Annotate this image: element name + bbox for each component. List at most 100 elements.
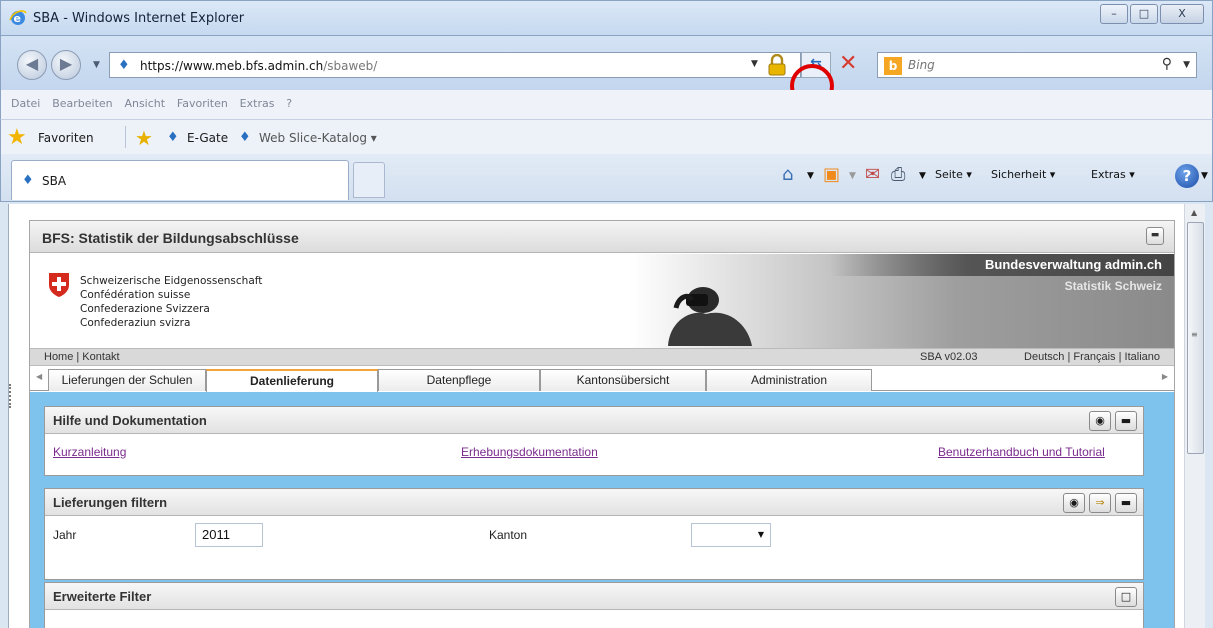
- resize-handle[interactable]: [9, 384, 12, 408]
- favorites-button[interactable]: Favoriten: [38, 131, 94, 145]
- link-erhebungsdokumentation[interactable]: Erhebungsdokumentation: [461, 445, 598, 459]
- camera-icon[interactable]: ◉: [1063, 493, 1085, 513]
- mail-icon[interactable]: ✉: [865, 164, 880, 185]
- url-path: /sbaweb/: [323, 59, 378, 73]
- search-icon[interactable]: ⚲: [1162, 56, 1172, 72]
- home-icon[interactable]: ⌂: [782, 164, 793, 185]
- window-controls: – □ X: [1100, 4, 1204, 24]
- print-icon[interactable]: ⎙: [891, 164, 905, 185]
- search-options-dropdown[interactable]: ▼: [1183, 60, 1190, 70]
- help-icon[interactable]: ?: [1175, 164, 1199, 188]
- statistik-schweiz-label[interactable]: Statistik Schweiz: [1065, 279, 1162, 293]
- home-kontakt-links[interactable]: Home | Kontakt: [44, 351, 120, 363]
- filter-panel-title: Lieferungen filtern: [53, 495, 168, 510]
- expand-advanced-button[interactable]: □: [1115, 587, 1137, 607]
- tab-administration[interactable]: Administration: [706, 369, 872, 391]
- app-header: BFS: Statistik der Bildungsabschlüsse ▬: [30, 221, 1174, 253]
- scroll-up-icon[interactable]: ▲: [1191, 208, 1197, 217]
- advanced-filter-title: Erweiterte Filter: [53, 589, 152, 604]
- search-input[interactable]: [908, 56, 1148, 74]
- lock-icon[interactable]: [767, 54, 787, 76]
- url-text[interactable]: https://www.meb.bfs.admin.ch/sbaweb/: [140, 59, 377, 73]
- link-benutzerhandbuch[interactable]: Benutzerhandbuch und Tutorial: [938, 445, 1105, 459]
- confederation-names: Schweizerische Eidgenossenschaft Confédé…: [80, 274, 262, 330]
- tab-datenpflege[interactable]: Datenpflege: [378, 369, 540, 391]
- divider: [125, 126, 126, 148]
- collapse-filter-button[interactable]: ▬: [1115, 493, 1137, 513]
- help-dropdown[interactable]: ▼: [1201, 171, 1208, 181]
- bundesverwaltung-label[interactable]: Bundesverwaltung admin.ch: [985, 257, 1162, 272]
- content-area: Hilfe und Dokumentation ◉ ▬ Kurzanleitun…: [30, 392, 1174, 628]
- stop-icon[interactable]: ✕: [839, 51, 857, 76]
- tabs-scroll-left-icon[interactable]: ◀: [36, 372, 42, 381]
- collapse-help-button[interactable]: ▬: [1115, 411, 1137, 431]
- print-dropdown[interactable]: ▼: [919, 171, 926, 181]
- menu-bearbeiten[interactable]: Bearbeiten: [52, 97, 112, 110]
- address-dropdown[interactable]: ▼: [751, 59, 758, 69]
- year-field[interactable]: 2011: [195, 523, 263, 547]
- menu-bar: Datei Bearbeiten Ansicht Favoriten Extra…: [0, 90, 1213, 120]
- help-panel-header: Hilfe und Dokumentation ◉ ▬: [45, 407, 1143, 434]
- scrollbar-grip-icon: ≡: [1191, 330, 1198, 339]
- maximize-button[interactable]: □: [1130, 4, 1158, 24]
- tab-datenlieferung[interactable]: Datenlieferung: [206, 369, 378, 392]
- chevron-down-icon: ▼: [757, 530, 764, 539]
- tab-kantonsuebersicht[interactable]: Kantonsübersicht: [540, 369, 706, 391]
- vertical-scrollbar[interactable]: ▲ ≡: [1184, 204, 1205, 628]
- collapse-app-button[interactable]: ▬: [1146, 227, 1164, 245]
- tab-bar: ♦ SBA ⌂ ▼ ▣ ▼ ✉ ⎙ ▼ Seite ▾ Sicherheit ▾…: [0, 154, 1213, 202]
- tab-lieferungen-der-schulen[interactable]: Lieferungen der Schulen: [48, 369, 206, 391]
- menu-favoriten[interactable]: Favoriten: [177, 97, 228, 110]
- menu-help[interactable]: ?: [286, 97, 292, 110]
- close-button[interactable]: X: [1160, 4, 1204, 24]
- menu-extras[interactable]: Extras: [240, 97, 275, 110]
- app-container: BFS: Statistik der Bildungsabschlüsse ▬ …: [29, 220, 1175, 628]
- favorites-star-icon[interactable]: ★: [7, 125, 27, 150]
- help-panel-title: Hilfe und Dokumentation: [53, 413, 207, 428]
- camera-icon[interactable]: ◉: [1089, 411, 1111, 431]
- tools-menu[interactable]: Extras ▾: [1091, 168, 1135, 181]
- home-dropdown[interactable]: ▼: [807, 171, 814, 181]
- canton-select[interactable]: ▼: [691, 523, 771, 547]
- export-arrow-icon[interactable]: ⇒: [1089, 493, 1111, 513]
- window-title: SBA - Windows Internet Explorer: [33, 11, 245, 26]
- add-favorite-icon[interactable]: ★: [135, 126, 153, 150]
- version-label: SBA v02.03: [920, 351, 978, 363]
- forward-button[interactable]: ▶: [51, 50, 81, 80]
- app-tab-strip: ◀ Lieferungen der Schulen Datenlieferung…: [30, 367, 1174, 392]
- browser-tab[interactable]: ♦ SBA: [11, 160, 349, 200]
- favorites-bar: ★ Favoriten ★ ♦ E-Gate ♦ Web Slice-Katal…: [0, 120, 1213, 154]
- swiss-coat-of-arms-icon: [49, 273, 69, 297]
- back-button[interactable]: ◀: [17, 50, 47, 80]
- minimize-button[interactable]: –: [1100, 4, 1128, 24]
- top-links-bar: Home | Kontakt SBA v02.03 Deutsch | Fran…: [30, 348, 1174, 366]
- title-bar: e SBA - Windows Internet Explorer – □ X: [0, 0, 1213, 36]
- address-bar[interactable]: ♦ https://www.meb.bfs.admin.ch/sbaweb/: [109, 52, 801, 78]
- help-panel: Hilfe und Dokumentation ◉ ▬ Kurzanleitun…: [44, 406, 1144, 476]
- confederation-de: Schweizerische Eidgenossenschaft: [80, 275, 263, 287]
- favorite-egate[interactable]: E-Gate: [187, 131, 228, 145]
- internet-explorer-icon: e: [9, 10, 27, 25]
- rss-feed-icon[interactable]: ▣: [823, 164, 840, 185]
- filter-panel: Lieferungen filtern ◉ ⇒ ▬ Jahr 2011 Kant…: [44, 488, 1144, 580]
- feed-dropdown[interactable]: ▼: [849, 171, 856, 181]
- link-kurzanleitung[interactable]: Kurzanleitung: [53, 445, 126, 459]
- advanced-filter-panel: Erweiterte Filter □: [44, 582, 1144, 628]
- language-links[interactable]: Deutsch | Français | Italiano: [1024, 351, 1160, 363]
- recent-pages-dropdown[interactable]: ▼: [93, 60, 100, 70]
- page-menu[interactable]: Seite ▾: [935, 168, 972, 181]
- web-slice-icon: ♦: [239, 130, 251, 145]
- safety-menu[interactable]: Sicherheit ▾: [991, 168, 1055, 181]
- menu-ansicht[interactable]: Ansicht: [124, 97, 165, 110]
- tabs-scroll-right-icon[interactable]: ▶: [1162, 372, 1168, 381]
- confederation-fr: Confédération suisse: [80, 289, 191, 301]
- banner: Schweizerische Eidgenossenschaft Confédé…: [30, 254, 1174, 348]
- year-label: Jahr: [53, 528, 77, 542]
- new-tab-button[interactable]: [353, 162, 385, 198]
- canton-label: Kanton: [489, 528, 528, 542]
- favorite-web-slice-katalog[interactable]: Web Slice-Katalog ▾: [259, 131, 377, 145]
- egate-link-icon: ♦: [167, 130, 179, 145]
- search-box[interactable]: b ⚲ ▼: [877, 52, 1197, 78]
- photographer-image: [668, 287, 752, 346]
- menu-datei[interactable]: Datei: [11, 97, 40, 110]
